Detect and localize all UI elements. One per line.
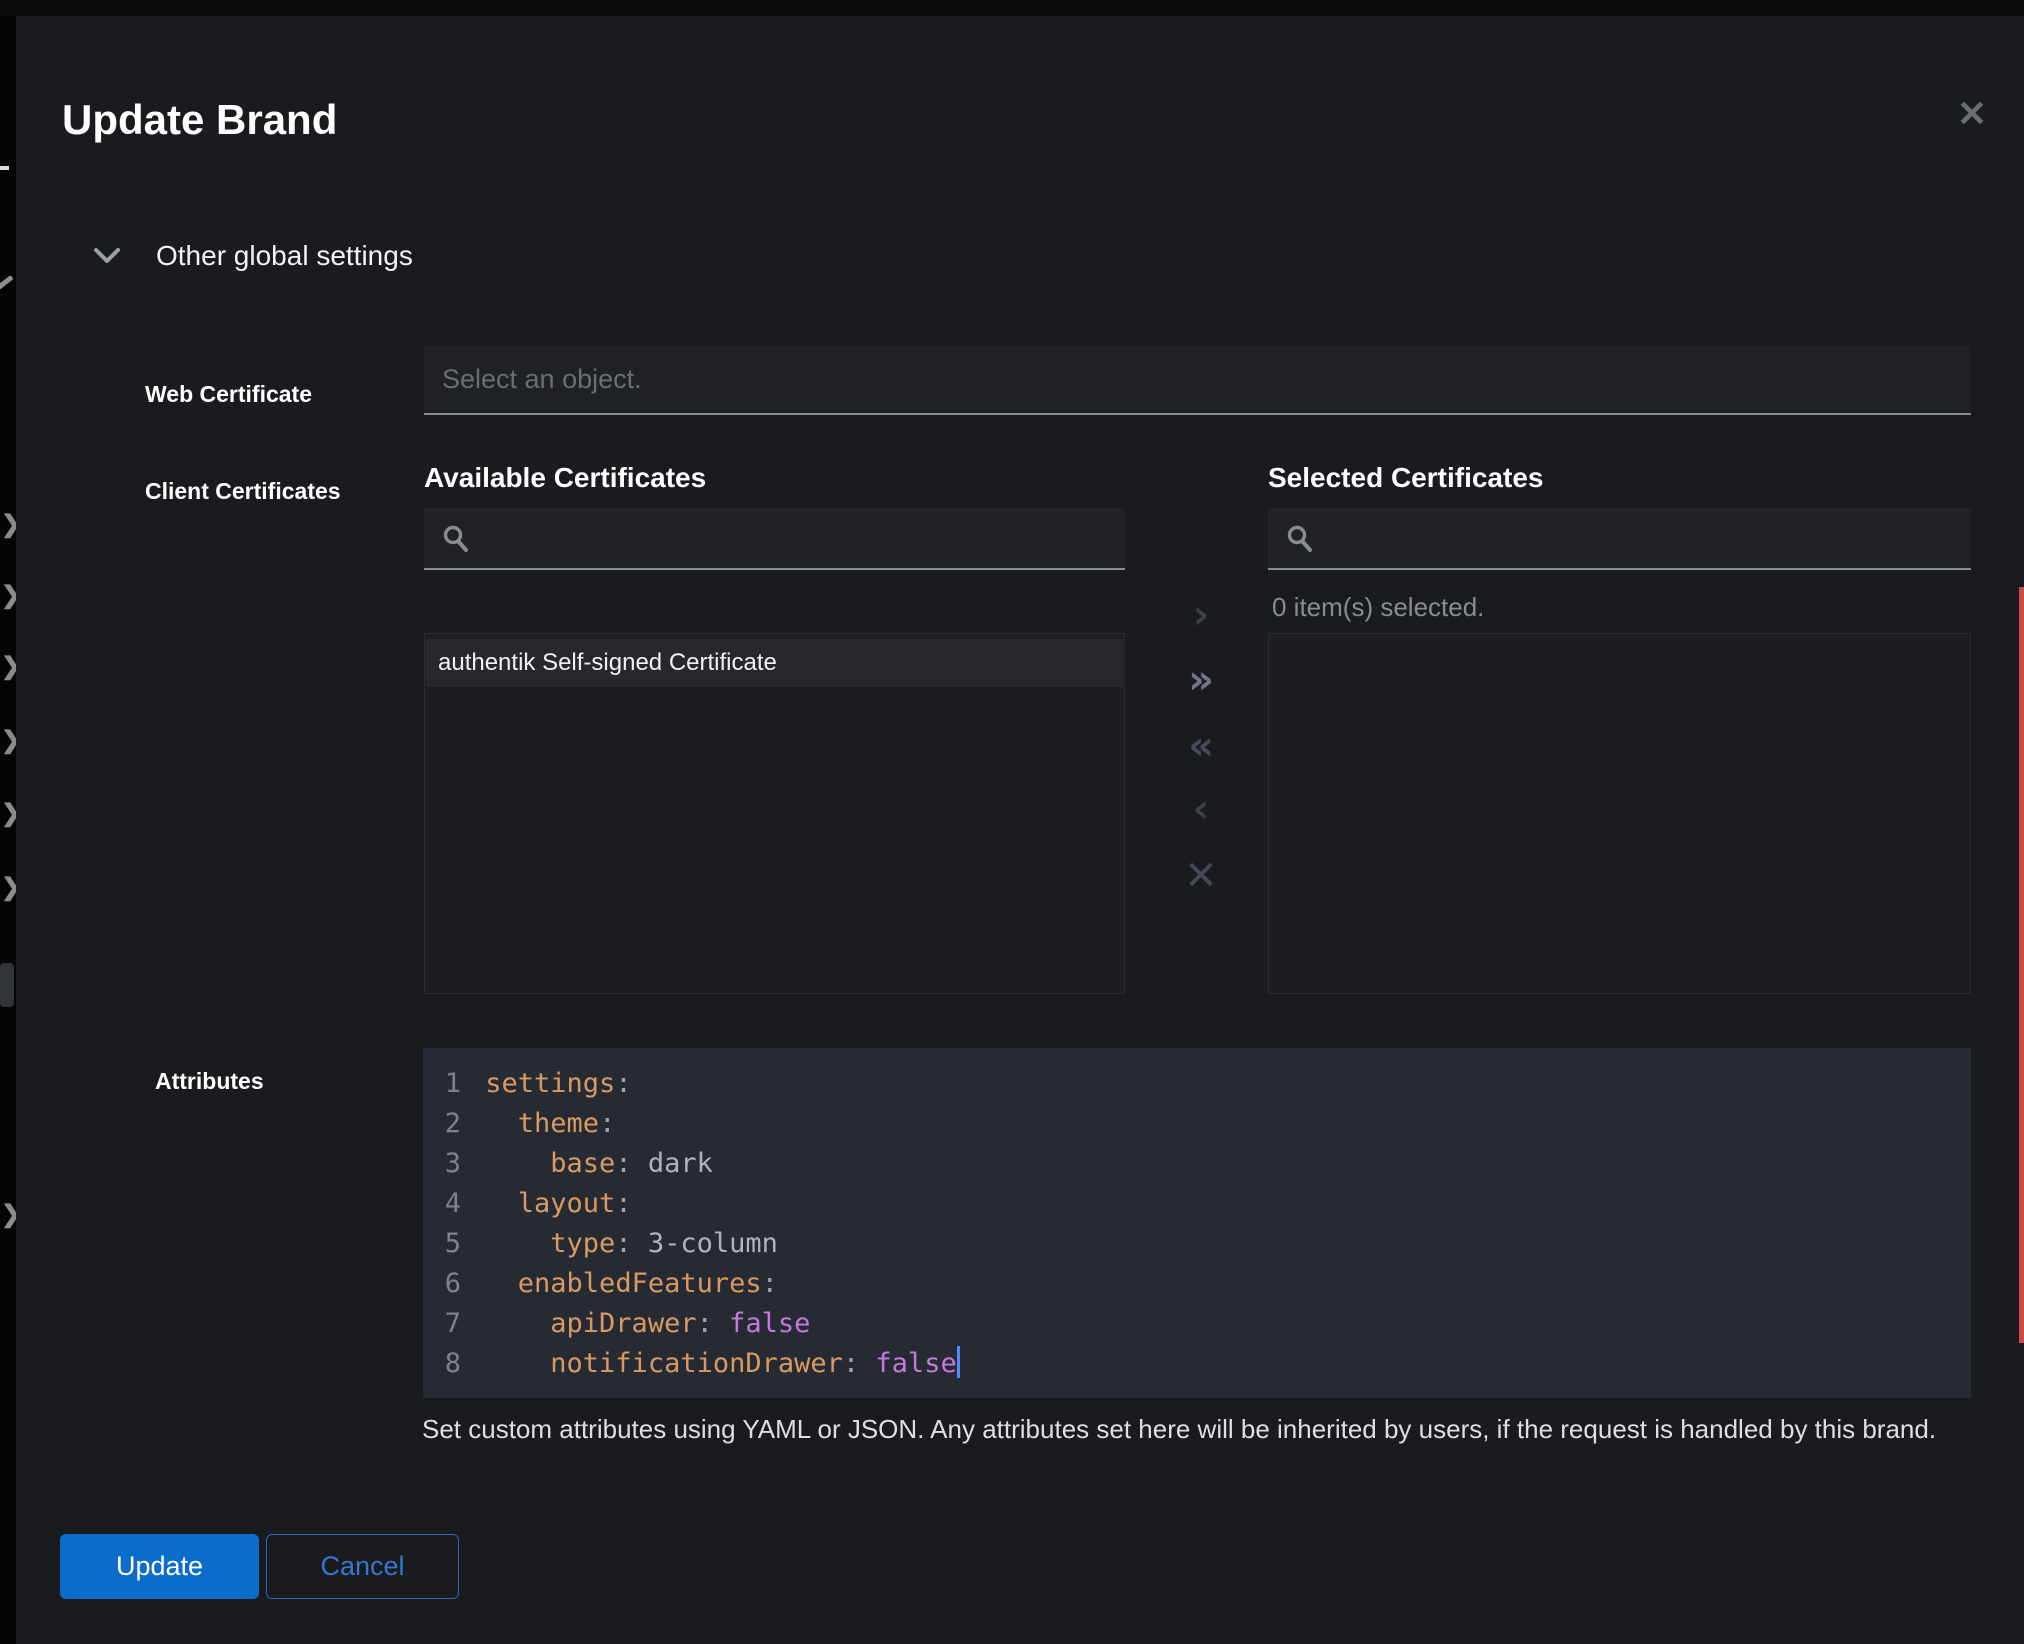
code-line: 2 theme: [423, 1104, 1971, 1144]
line-number: 7 [423, 1304, 469, 1344]
modal-title: Update Brand [62, 96, 337, 144]
background-chevron-icon: ❯ [1, 799, 16, 828]
section-toggle-other-global-settings[interactable]: Other global settings [94, 240, 413, 272]
background-chevron-icon: ❯ [1, 1200, 16, 1229]
line-number: 6 [423, 1264, 469, 1304]
search-icon [1286, 524, 1314, 552]
background-chevron-icon: ❯ [1, 726, 16, 755]
code-line: 8 notificationDrawer: false [423, 1344, 1971, 1384]
close-button[interactable]: ✕ [1940, 82, 2004, 146]
background-top-sliver [0, 0, 2024, 16]
line-number: 3 [423, 1144, 469, 1184]
available-certificates-heading: Available Certificates [424, 462, 706, 494]
code-line: 4 layout: [423, 1184, 1971, 1224]
attributes-label: Attributes [155, 1068, 264, 1095]
code-line: 3 base: dark [423, 1144, 1971, 1184]
background-chevron-icon: ❯ [1, 652, 16, 681]
code-line: 1 settings: [423, 1064, 1971, 1104]
line-number: 1 [423, 1064, 469, 1104]
selected-certificates-heading: Selected Certificates [1268, 462, 1543, 494]
code-text: base: dark [469, 1144, 713, 1184]
line-number: 8 [423, 1344, 469, 1384]
remove-all-icon: « [1188, 723, 1214, 769]
search-icon [442, 524, 470, 552]
attributes-help-text: Set custom attributes using YAML or JSON… [422, 1414, 1936, 1445]
close-icon: ✕ [1957, 93, 1987, 134]
code-text: apiDrawer: false [469, 1304, 810, 1344]
available-search-box [424, 508, 1125, 570]
red-edge-accent [2019, 587, 2024, 1343]
web-certificate-label: Web Certificate [145, 381, 312, 408]
code-text: layout: [469, 1184, 632, 1224]
chevron-down-icon [94, 248, 120, 264]
remove-selected-icon: ‹ [1193, 786, 1209, 832]
client-certificates-label: Client Certificates [145, 478, 341, 505]
dual-list-controls: › » « ‹ ✕ [1171, 576, 1231, 916]
code-text: type: 3-column [469, 1224, 778, 1264]
available-certificates-list[interactable]: authentik Self-signed Certificate [424, 633, 1125, 994]
line-number: 4 [423, 1184, 469, 1224]
background-chevron-icon: ❯ [1, 581, 16, 610]
background-scroll-thumb [0, 963, 14, 1007]
cancel-button[interactable]: Cancel [266, 1534, 459, 1599]
background-check-icon [0, 275, 14, 290]
web-certificate-input[interactable] [424, 346, 1971, 415]
background-sidebar-sliver: ❯ ❯ ❯ ❯ ❯ ❯ ❯ [0, 0, 16, 1644]
section-label: Other global settings [156, 240, 413, 272]
add-all-icon: » [1188, 657, 1214, 703]
remove-all-button[interactable]: « [1171, 720, 1231, 772]
remove-selected-button[interactable]: ‹ [1171, 783, 1231, 835]
update-button[interactable]: Update [60, 1534, 259, 1599]
update-brand-modal: Update Brand ✕ Other global settings Web… [16, 16, 2024, 1644]
code-text: enabledFeatures: [469, 1264, 778, 1304]
line-number: 5 [423, 1224, 469, 1264]
background-chevron-icon: ❯ [1, 510, 16, 539]
code-text: settings: [469, 1064, 632, 1104]
selected-count-status: 0 item(s) selected. [1272, 592, 1484, 623]
code-text: notificationDrawer: false [469, 1344, 960, 1384]
line-number: 2 [423, 1104, 469, 1144]
add-all-button[interactable]: » [1171, 654, 1231, 706]
code-line: 5 type: 3-column [423, 1224, 1971, 1264]
clear-button[interactable]: ✕ [1171, 850, 1231, 902]
page-background: ❯ ❯ ❯ ❯ ❯ ❯ ❯ Update Brand ✕ Other global sett… [0, 0, 2024, 1644]
available-certificate-item[interactable]: authentik Self-signed Certificate [426, 639, 1123, 687]
attributes-code-editor[interactable]: 1 settings:2 theme:3 base: dark4 layout:… [423, 1048, 1971, 1398]
selected-certificates-list[interactable] [1268, 633, 1971, 994]
clear-icon: ✕ [1184, 853, 1218, 899]
available-search-input[interactable] [476, 523, 1113, 554]
code-text: theme: [469, 1104, 615, 1144]
background-dash-icon [0, 166, 9, 170]
text-cursor [957, 1346, 960, 1378]
add-selected-button[interactable]: › [1171, 589, 1231, 641]
selected-search-box [1268, 508, 1971, 570]
background-chevron-icon: ❯ [1, 873, 16, 902]
code-line: 7 apiDrawer: false [423, 1304, 1971, 1344]
code-line: 6 enabledFeatures: [423, 1264, 1971, 1304]
add-selected-icon: › [1193, 592, 1209, 638]
selected-search-input[interactable] [1320, 523, 1959, 554]
